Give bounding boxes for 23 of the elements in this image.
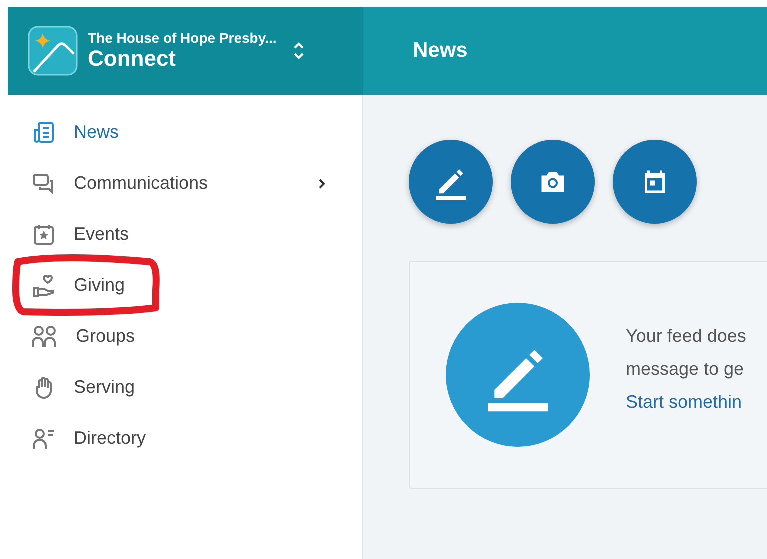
feed-message: message to ge: [626, 358, 746, 380]
sidebar-item[interactable]: Communications: [8, 158, 362, 209]
sidebar-item[interactable]: Giving: [8, 260, 362, 311]
people-icon: [32, 324, 58, 348]
photo-button[interactable]: [511, 140, 595, 224]
sidebar-item[interactable]: Directory: [8, 413, 362, 464]
start-link[interactable]: Start somethin: [626, 392, 746, 412]
newspaper-icon: [32, 120, 56, 144]
sidebar-item[interactable]: Serving: [8, 362, 362, 413]
sidebar-item[interactable]: Events: [8, 209, 362, 260]
page-title: News: [413, 39, 468, 63]
app-logo: [28, 26, 78, 76]
chevron-up-down-icon[interactable]: [292, 41, 305, 61]
organization-name: The House of Hope Presby...: [88, 30, 277, 46]
event-button[interactable]: [613, 140, 697, 224]
app-name: Connect: [88, 46, 177, 72]
person-list-icon: [32, 426, 56, 450]
chat-bubbles-icon: [32, 172, 56, 196]
sidebar-item[interactable]: Groups: [8, 311, 362, 362]
feed-message: Your feed does: [626, 326, 746, 346]
hand-heart-icon: [32, 274, 56, 298]
write-post-button[interactable]: [409, 140, 493, 224]
sidebar-item[interactable]: News: [8, 107, 362, 158]
